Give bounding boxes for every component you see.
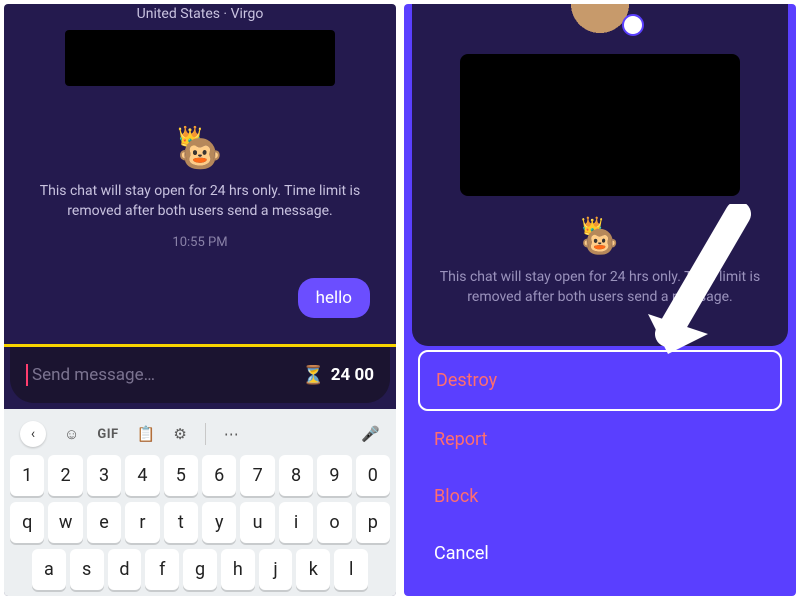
message-input-bar: ⏳ 24 00 (10, 347, 390, 403)
keyboard-toolbar: ‹ ☺ GIF 📋 ⚙ ⋯ 🎤 (10, 413, 390, 455)
chat-notice: This chat will stay open for 24 hrs only… (430, 268, 770, 307)
destroy-button[interactable]: Destroy (418, 350, 782, 411)
more-icon[interactable]: ⋯ (224, 425, 239, 443)
settings-icon[interactable]: ⚙ (173, 425, 186, 443)
key-s[interactable]: s (70, 549, 104, 590)
key-u[interactable]: u (240, 502, 274, 543)
monkey-icon: 🐵 (178, 133, 223, 175)
countdown-timer: 24 00 (331, 365, 374, 385)
key-l[interactable]: l (334, 549, 368, 590)
avatar-badge-icon (622, 14, 644, 36)
left-phone: United States · Virgo 👑 🐵 This chat will… (4, 4, 396, 596)
key-t[interactable]: t (164, 502, 198, 543)
text-cursor (26, 364, 28, 386)
chat-notice: This chat will stay open for 24 hrs only… (30, 182, 370, 221)
key-a[interactable]: a (32, 549, 66, 590)
hourglass-icon: ⏳ (302, 365, 324, 386)
key-9[interactable]: 9 (317, 455, 351, 496)
key-e[interactable]: e (87, 502, 121, 543)
keyboard-row-2: qwertyuiop (10, 502, 390, 543)
key-r[interactable]: r (125, 502, 159, 543)
keyboard-row-3: asdfghjkl (10, 549, 390, 590)
action-sheet: Destroy Report Block Cancel (404, 346, 796, 596)
redacted-block (65, 30, 335, 86)
message-bubble[interactable]: hello (298, 278, 370, 318)
monkey-icon: 🐵 (581, 225, 618, 260)
right-phone: 👑 🐵 This chat will stay open for 24 hrs … (404, 4, 796, 596)
message-input[interactable] (32, 365, 296, 385)
block-button[interactable]: Block (418, 468, 782, 525)
key-d[interactable]: d (108, 549, 142, 590)
outgoing-message-row: hello (298, 278, 370, 318)
monkey-crown-emoji: 👑 🐵 (581, 218, 618, 258)
key-q[interactable]: q (10, 502, 44, 543)
key-k[interactable]: k (296, 549, 330, 590)
redacted-block (460, 54, 740, 196)
key-i[interactable]: i (279, 502, 313, 543)
key-8[interactable]: 8 (279, 455, 313, 496)
report-button[interactable]: Report (418, 411, 782, 468)
key-o[interactable]: o (317, 502, 351, 543)
avatar-wrap (562, 4, 638, 34)
chat-area: United States · Virgo 👑 🐵 This chat will… (4, 4, 396, 344)
mic-icon[interactable]: 🎤 (361, 425, 380, 443)
key-0[interactable]: 0 (356, 455, 390, 496)
timestamp: 10:55 PM (172, 235, 227, 250)
cancel-button[interactable]: Cancel (418, 525, 782, 582)
monkey-crown-emoji: 👑 🐵 (178, 126, 223, 172)
toolbar-separator (205, 423, 206, 445)
key-f[interactable]: f (145, 549, 179, 590)
key-6[interactable]: 6 (202, 455, 236, 496)
key-7[interactable]: 7 (240, 455, 274, 496)
collapse-keyboard-button[interactable]: ‹ (20, 421, 46, 447)
key-j[interactable]: j (259, 549, 293, 590)
key-y[interactable]: y (202, 502, 236, 543)
key-g[interactable]: g (183, 549, 217, 590)
profile-subtitle: United States · Virgo (137, 6, 264, 22)
key-5[interactable]: 5 (164, 455, 198, 496)
keyboard: ‹ ☺ GIF 📋 ⚙ ⋯ 🎤 1234567890 qwertyuiop as… (4, 409, 396, 596)
key-2[interactable]: 2 (48, 455, 82, 496)
key-w[interactable]: w (48, 502, 82, 543)
sticker-icon[interactable]: ☺ (64, 425, 79, 443)
keyboard-row-1: 1234567890 (10, 455, 390, 496)
key-1[interactable]: 1 (10, 455, 44, 496)
key-h[interactable]: h (221, 549, 255, 590)
key-3[interactable]: 3 (87, 455, 121, 496)
key-4[interactable]: 4 (125, 455, 159, 496)
chat-area-right: 👑 🐵 This chat will stay open for 24 hrs … (412, 4, 788, 346)
clipboard-icon[interactable]: 📋 (137, 425, 156, 443)
key-p[interactable]: p (356, 502, 390, 543)
gif-button[interactable]: GIF (97, 427, 118, 442)
